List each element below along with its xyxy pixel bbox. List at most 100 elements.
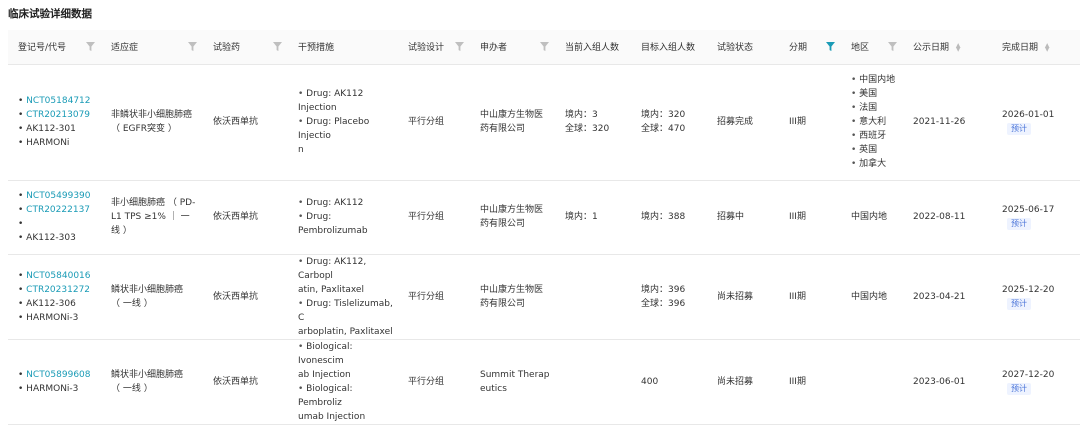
sponsor-line: 药有限公司 [480, 124, 526, 134]
cell-pub-date: 2021-11-26 [903, 64, 992, 181]
col-current-enroll[interactable]: 当前入组人数 [555, 30, 631, 65]
sponsor-line: 药有限公司 [480, 298, 526, 309]
cell-design: 平行分组 [398, 339, 470, 425]
intervention-item: Biological: Ivonescimab Injection [298, 340, 398, 382]
table-row: • NCT05184712 • CTR20213079 • AK112-301 • H… [8, 64, 1080, 181]
funnel-icon-active[interactable] [826, 42, 835, 51]
cell-status: 招募完成 [707, 64, 779, 181]
cell-region: 中国内地 [841, 180, 903, 255]
funnel-icon[interactable] [86, 42, 95, 51]
cell-design: 平行分组 [398, 64, 470, 181]
cell-status: 尚未招募 [707, 339, 779, 425]
indication-line: （ 一线 ） [111, 383, 153, 394]
funnel-icon[interactable] [455, 42, 464, 51]
funnel-icon[interactable] [888, 42, 897, 51]
registry-link[interactable]: • NCT05184712 [18, 94, 101, 108]
intervention-item: Drug: AK112, Carboplatin, Paxlitaxel [298, 255, 398, 297]
cell-phase: III期 [779, 339, 841, 425]
funnel-icon[interactable] [188, 42, 197, 51]
col-drug[interactable]: 试验药 [203, 30, 288, 65]
table-header-row: 登记号/代号 适应症 试验药 干预措施 试验设计 申办者 当前入组人数 目标入组… [8, 30, 1080, 65]
end-date: 2027-12-20 [1002, 369, 1055, 380]
col-end-date[interactable]: 完成日期 ▲ ▼ [992, 30, 1080, 65]
cell-sponsor: Summit Therap eutics [470, 339, 555, 425]
intervention-item: Drug: AK112 [298, 196, 398, 210]
col-design[interactable]: 试验设计 [398, 30, 470, 65]
cell-indication: 非鳞状非小细胞肺癌 （ EGFR突变 ） [101, 64, 203, 181]
cell-design: 平行分组 [398, 180, 470, 255]
cell-target-enroll: 境内：388 [631, 180, 707, 255]
end-date: 2025-12-20 [1002, 284, 1055, 295]
intervention-item: Drug: Pembrolizumab [298, 210, 398, 238]
cell-current-enroll [555, 254, 631, 340]
cell-reg-id: • NCT05899608 • HARMONi-3 [8, 339, 101, 425]
region-item: 美国 [851, 87, 903, 101]
end-date: 2025-06-17 [1002, 205, 1055, 215]
cell-end-date: 2025-12-20 预计 [992, 254, 1080, 340]
funnel-icon[interactable] [540, 42, 549, 51]
col-status[interactable]: 试验状态 [707, 30, 779, 65]
enroll-line: 全球：320 [565, 124, 610, 134]
registry-link[interactable]: • CTR20213079 [18, 108, 101, 122]
registry-link[interactable]: • NCT05840016 [18, 269, 101, 283]
funnel-icon[interactable] [273, 42, 282, 51]
end-date: 2026-01-01 [1002, 110, 1055, 120]
region-text: 中国内地 [851, 212, 888, 222]
cell-phase: III期 [779, 64, 841, 181]
indication-line: 线 ） [111, 226, 132, 236]
cell-indication: 非小细胞肺癌 （ PD- L1 TPS ≥1% ｜ 一线 ） [101, 180, 203, 255]
cell-end-date: 2026-01-01 预计 [992, 64, 1080, 181]
enroll-line: 境内：3 [565, 110, 598, 120]
registry-link[interactable]: • CTR20231272 [18, 283, 101, 297]
col-pub-date[interactable]: 公示日期 ▲ ▼ [903, 30, 992, 65]
cell-intervention: Drug: AK112, Carboplatin, PaxlitaxelDrug… [288, 254, 398, 340]
sponsor-line: 中山康方生物医 [480, 110, 544, 120]
cell-intervention: Drug: AK112 InjectionDrug: Placebo Injec… [288, 64, 398, 181]
sponsor-line: Summit Therap [480, 369, 550, 380]
region-list: 中国内地美国法国意大利西班牙英国加拿大 [851, 73, 903, 171]
estimated-tag: 预计 [1007, 218, 1031, 230]
registry-link[interactable]: • NCT05899608 [18, 368, 101, 382]
sort-caret-icon[interactable]: ▲ ▼ [1045, 42, 1050, 52]
intervention-list: Drug: AK112Drug: Pembrolizumab [298, 196, 398, 238]
registry-link[interactable]: • NCT05499390 [18, 189, 101, 203]
enroll-line: 400 [641, 376, 659, 387]
cell-current-enroll: 境内：3 全球：320 [555, 64, 631, 181]
intervention-item: Biological: Pembrolizumab Injection [298, 382, 398, 424]
indication-line: 非鳞状非小细胞肺癌 [111, 110, 193, 120]
cell-pub-date: 2023-04-21 [903, 254, 992, 340]
cell-status: 尚未招募 [707, 254, 779, 340]
sponsor-line: 中山康方生物医 [480, 205, 544, 215]
col-intervention[interactable]: 干预措施 [288, 30, 398, 65]
region-text: 中国内地 [851, 291, 888, 302]
cell-end-date: 2027-12-20 预计 [992, 339, 1080, 425]
table-row: • NCT05840016 • CTR20231272 • AK112-306 • H… [8, 254, 1080, 340]
col-sponsor[interactable]: 申办者 [470, 30, 555, 65]
col-phase[interactable]: 分期 [779, 30, 841, 65]
indication-line: （ 一线 ） [111, 298, 153, 309]
cell-sponsor: 中山康方生物医 药有限公司 [470, 180, 555, 255]
cell-reg-id: • NCT05184712 • CTR20213079 • AK112-301 • H… [8, 64, 101, 181]
col-reg-id[interactable]: 登记号/代号 [8, 30, 101, 65]
cell-intervention: Biological: Ivonescimab InjectionBiologi… [288, 339, 398, 425]
col-target-enroll[interactable]: 目标入组人数 [631, 30, 707, 65]
page-title: 临床试验详细数据 [8, 8, 92, 20]
cell-status: 招募中 [707, 180, 779, 255]
region-item: 西班牙 [851, 129, 903, 143]
cell-reg-id: • NCT05840016 • CTR20231272 • AK112-306 • H… [8, 254, 101, 340]
sort-caret-icon[interactable]: ▲ ▼ [956, 42, 961, 52]
cell-sponsor: 中山康方生物医 药有限公司 [470, 64, 555, 181]
col-region[interactable]: 地区 [841, 30, 903, 65]
enroll-line: 全球：396 [641, 298, 686, 309]
registry-link[interactable]: • CTR20222137 [18, 203, 101, 217]
estimated-tag: 预计 [1007, 297, 1031, 310]
region-item: 中国内地 [851, 73, 903, 87]
cell-pub-date: 2023-06-01 [903, 339, 992, 425]
intervention-list: Drug: AK112 InjectionDrug: Placebo Injec… [298, 87, 398, 157]
trial-code: • HARMONi [18, 138, 70, 148]
intervention-item: Drug: Tislelizumab, Carboplatin, Paxlita… [298, 297, 398, 339]
cell-phase: III期 [779, 180, 841, 255]
cell-sponsor: 中山康方生物医 药有限公司 [470, 254, 555, 340]
col-indication[interactable]: 适应症 [101, 30, 203, 65]
cell-end-date: 2025-06-17 预计 [992, 180, 1080, 255]
